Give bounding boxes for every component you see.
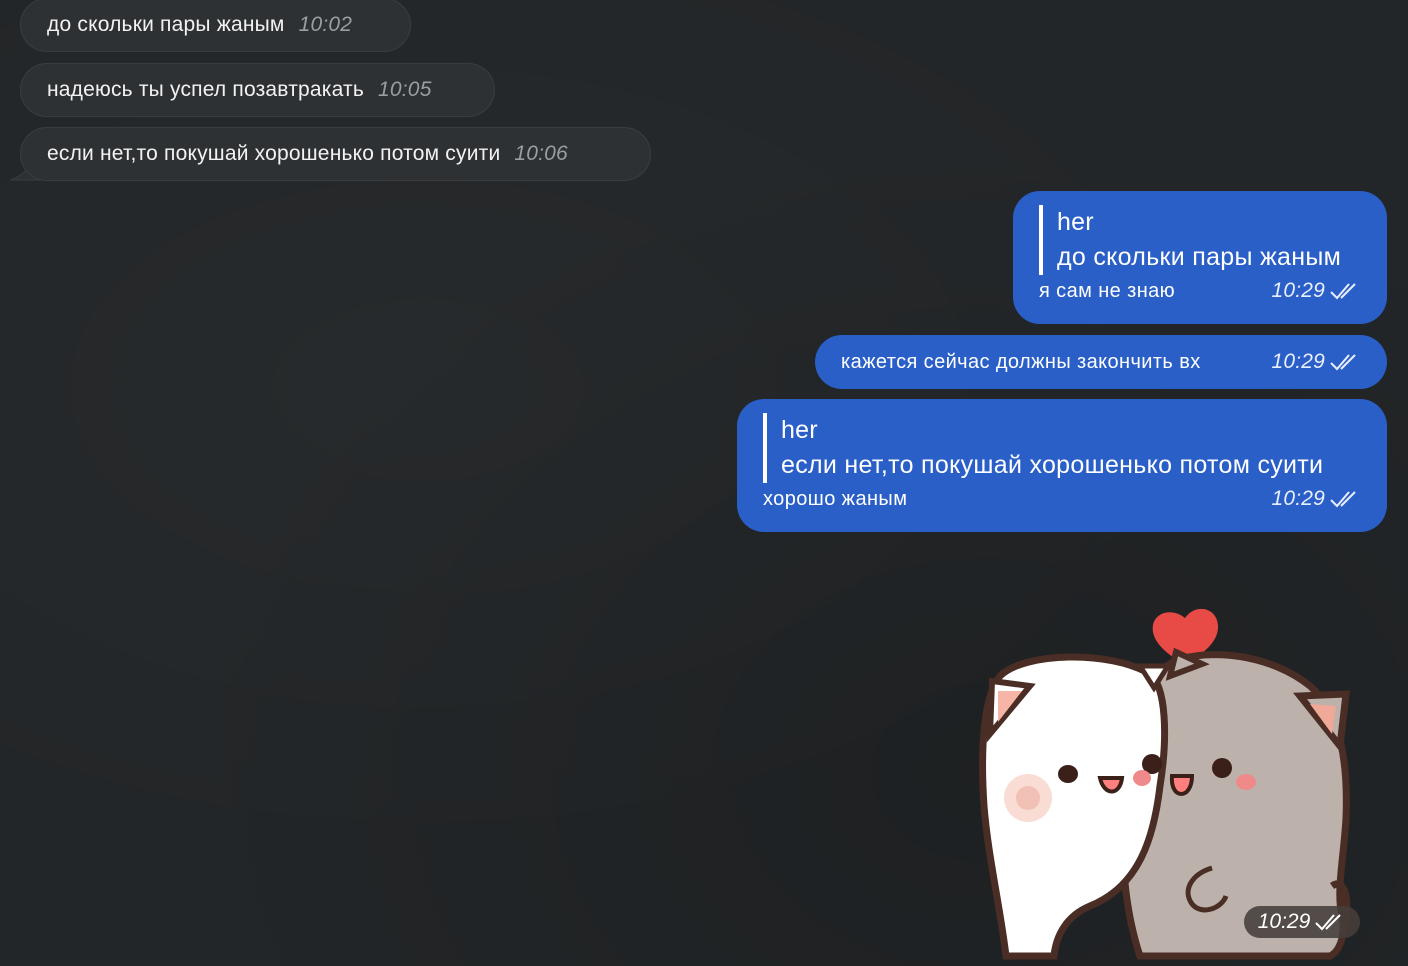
incoming-message[interactable]: если нет,то покушай хорошенько потом суи… (20, 127, 651, 181)
message-time: 10:29 (1271, 487, 1361, 511)
reply-text: если нет,то покушай хорошенько потом суи… (781, 451, 1324, 479)
message-time: 10:05 (378, 78, 432, 101)
message-text: если нет,то покушай хорошенько потом суи… (47, 142, 501, 165)
message-text: хорошо жаным (763, 487, 908, 510)
message-text: я сам не знаю (1039, 279, 1176, 302)
double-check-icon (1329, 281, 1361, 301)
incoming-message[interactable]: надеюсь ты успел позавтракать 10:05 (20, 63, 495, 117)
message-text: до скольки пары жаным (47, 13, 285, 36)
message-time: 10:06 (514, 142, 568, 165)
double-check-icon (1329, 489, 1361, 509)
sticker-time: 10:29 (1244, 906, 1360, 938)
reply-quote[interactable]: her если нет,то покушай хорошенько потом… (763, 413, 1361, 483)
message-text: надеюсь ты успел позавтракать (47, 78, 365, 101)
reply-author: her (781, 416, 818, 444)
reply-text: до скольки пары жаным (1057, 243, 1342, 271)
message-time: 10:02 (298, 13, 353, 36)
message-time: 10:29 (1271, 350, 1361, 374)
incoming-message[interactable]: до скольки пары жаным 10:02 (20, 0, 411, 52)
message-text: кажется сейчас должны закончить вх (841, 350, 1201, 373)
cats-hug-sticker-icon[interactable] (970, 556, 1370, 966)
double-check-icon (1314, 912, 1346, 932)
reply-author: her (1057, 208, 1094, 236)
outgoing-message[interactable]: her до скольки пары жаным я сам не знаю … (1013, 191, 1387, 324)
double-check-icon (1329, 352, 1361, 372)
reply-quote[interactable]: her до скольки пары жаным (1039, 205, 1361, 275)
outgoing-message[interactable]: кажется сейчас должны закончить вх 10:29 (815, 335, 1387, 389)
outgoing-message[interactable]: her если нет,то покушай хорошенько потом… (737, 399, 1387, 532)
message-time: 10:29 (1271, 279, 1361, 303)
